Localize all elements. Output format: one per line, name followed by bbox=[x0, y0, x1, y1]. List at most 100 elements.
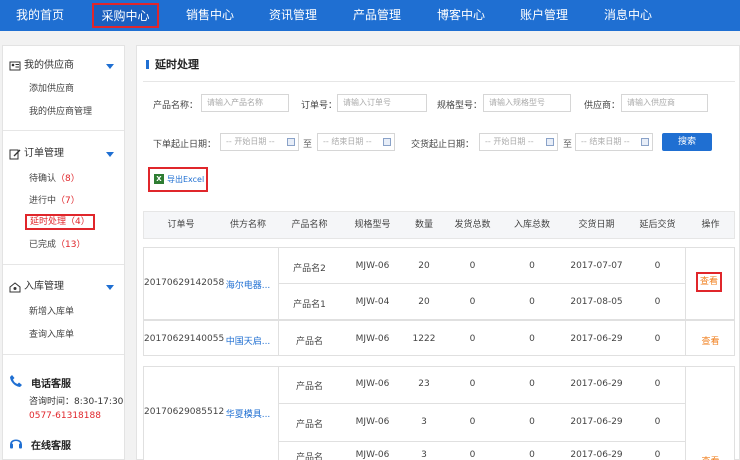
sidebar-item-delayed[interactable]: 延时处理（4） bbox=[25, 214, 95, 230]
delivery-start-date-input[interactable]: -- 开始日期 -- bbox=[479, 133, 558, 151]
supplier-link[interactable]: 海尔电器... bbox=[218, 278, 278, 291]
service-phone-number: 0577-61318188 bbox=[29, 411, 101, 421]
sidebar-item-label: 已完成 bbox=[29, 240, 57, 250]
delay: 0 bbox=[654, 450, 661, 460]
range-separator: 至 bbox=[303, 140, 313, 150]
qty: 20 bbox=[418, 297, 430, 307]
col-spec: 规格型号 bbox=[354, 220, 391, 230]
supplier-link[interactable]: 华夏模具... bbox=[218, 407, 278, 420]
col-qty: 数量 bbox=[414, 220, 433, 230]
count-badge: （8） bbox=[56, 174, 80, 184]
supplier-label: 供应商： bbox=[584, 101, 621, 111]
order-no-input[interactable]: 请输入订单号 bbox=[337, 94, 427, 112]
view-button[interactable]: 查看 bbox=[685, 334, 736, 347]
count-badge: （4） bbox=[66, 217, 90, 227]
sidebar-item-new-inbound[interactable]: 新增入库单 bbox=[29, 304, 74, 320]
export-excel-button[interactable]: X 导出Excel bbox=[148, 167, 208, 192]
count-badge: （7） bbox=[56, 196, 80, 206]
count-badge: （13） bbox=[56, 240, 86, 250]
divider bbox=[3, 130, 124, 131]
delay: 0 bbox=[654, 261, 661, 271]
divider bbox=[278, 283, 685, 284]
online-service-title[interactable]: 在线客服 bbox=[31, 437, 71, 452]
table-row: 20170629140055 中国天启... 产品名 MJW-06 1222 0… bbox=[143, 320, 735, 356]
shipped: 0 bbox=[469, 297, 476, 307]
qty: 3 bbox=[421, 450, 427, 460]
table-row: 20170629085512 华夏模具... 产品名 MJW-06 23 0 0… bbox=[143, 366, 735, 460]
nav-sales-center[interactable]: 销售中心 bbox=[180, 0, 240, 31]
delay: 0 bbox=[654, 417, 661, 427]
spec-input[interactable]: 请输入规格型号 bbox=[483, 94, 571, 112]
sidebar-item-completed[interactable]: 已完成（13） bbox=[29, 237, 85, 253]
sidebar-section-supplier[interactable]: 我的供应商 bbox=[3, 55, 124, 77]
sidebar-item-in-progress[interactable]: 进行中（7） bbox=[29, 193, 80, 209]
product-name-label: 产品名称： bbox=[153, 101, 199, 111]
date-placeholder: -- 结束日期 -- bbox=[323, 137, 372, 146]
delay: 0 bbox=[654, 297, 661, 307]
delivery-date: 2017-06-29 bbox=[570, 379, 623, 389]
stocked: 0 bbox=[529, 334, 535, 344]
sidebar-section-orders[interactable]: 订单管理 bbox=[3, 143, 124, 165]
nav-blog-center[interactable]: 博客中心 bbox=[431, 0, 491, 31]
delivery-date: 2017-06-29 bbox=[570, 334, 623, 344]
stocked: 0 bbox=[529, 379, 535, 389]
divider bbox=[278, 403, 685, 404]
col-delay: 延后交货 bbox=[639, 220, 676, 230]
col-delivery-date: 交货日期 bbox=[578, 220, 615, 230]
col-product: 产品名称 bbox=[291, 220, 328, 230]
view-button[interactable]: 查看 bbox=[696, 272, 723, 292]
spec: MJW-04 bbox=[355, 297, 390, 307]
delivery-end-date-input[interactable]: -- 结束日期 -- bbox=[575, 133, 653, 151]
supplier-input[interactable]: 请输入供应商 bbox=[621, 94, 708, 112]
sidebar-item-query-inbound[interactable]: 查询入库单 bbox=[29, 327, 74, 343]
service-hours: 咨询时间：8:30-17:30 bbox=[29, 397, 124, 407]
sidebar-item-supplier-management[interactable]: 我的供应商管理 bbox=[29, 104, 92, 120]
order-edit-icon bbox=[9, 149, 21, 160]
date-placeholder: -- 开始日期 -- bbox=[485, 137, 534, 146]
divider bbox=[278, 441, 685, 442]
supplier-link[interactable]: 中国天启... bbox=[218, 334, 278, 347]
spec: MJW-06 bbox=[355, 334, 390, 344]
spec-label: 规格型号： bbox=[437, 101, 483, 111]
divider bbox=[3, 264, 124, 265]
page-title: 延时处理 bbox=[155, 58, 199, 71]
col-shipped: 发货总数 bbox=[454, 220, 491, 230]
inbound-icon bbox=[9, 282, 21, 293]
phone-service-title: 电话客服 bbox=[31, 379, 71, 390]
delivery-date: 2017-06-29 bbox=[570, 450, 623, 460]
chevron-down-icon bbox=[106, 64, 114, 69]
col-supplier: 供方名称 bbox=[229, 220, 266, 230]
product-name: 产品名 bbox=[295, 453, 323, 460]
chevron-down-icon bbox=[106, 152, 114, 157]
shipped: 0 bbox=[469, 379, 476, 389]
order-end-date-input[interactable]: -- 结束日期 -- bbox=[317, 133, 395, 151]
stocked: 0 bbox=[529, 297, 535, 307]
stocked: 0 bbox=[529, 450, 535, 460]
stocked: 0 bbox=[529, 417, 535, 427]
product-name-input[interactable]: 请输入产品名称 bbox=[201, 94, 289, 112]
table-header: 订单号 供方名称 产品名称 规格型号 数量 发货总数 入库总数 交货日期 延后交… bbox=[143, 211, 735, 239]
order-start-date-input[interactable]: -- 开始日期 -- bbox=[220, 133, 299, 151]
sidebar: 我的供应商 添加供应商 我的供应商管理 订单管理 待确认（8） 进行中（7） 延… bbox=[2, 45, 125, 460]
qty: 20 bbox=[418, 261, 430, 271]
nav-product-management[interactable]: 产品管理 bbox=[347, 0, 407, 31]
sidebar-section-inbound[interactable]: 入库管理 bbox=[3, 276, 124, 298]
nav-home[interactable]: 我的首页 bbox=[10, 0, 70, 31]
search-button[interactable]: 搜索 bbox=[662, 133, 712, 151]
sidebar-item-pending[interactable]: 待确认（8） bbox=[29, 171, 80, 187]
delay: 0 bbox=[654, 334, 661, 344]
qty: 1222 bbox=[412, 334, 436, 344]
calendar-icon bbox=[641, 138, 649, 146]
sidebar-item-add-supplier[interactable]: 添加供应商 bbox=[29, 81, 74, 97]
nav-purchase-center[interactable]: 采购中心 bbox=[92, 3, 159, 28]
divider bbox=[685, 367, 686, 460]
main-panel: 延时处理 产品名称： 请输入产品名称 订单号： 请输入订单号 规格型号： 请输入… bbox=[136, 45, 740, 460]
nav-info-management[interactable]: 资讯管理 bbox=[263, 0, 323, 31]
nav-account-management[interactable]: 账户管理 bbox=[514, 0, 574, 31]
sidebar-item-label: 待确认 bbox=[29, 174, 57, 184]
title-marker bbox=[146, 60, 149, 69]
divider bbox=[3, 354, 124, 355]
view-button[interactable]: 查看 bbox=[685, 454, 736, 460]
nav-message-center[interactable]: 消息中心 bbox=[598, 0, 658, 31]
headset-icon bbox=[10, 439, 22, 449]
